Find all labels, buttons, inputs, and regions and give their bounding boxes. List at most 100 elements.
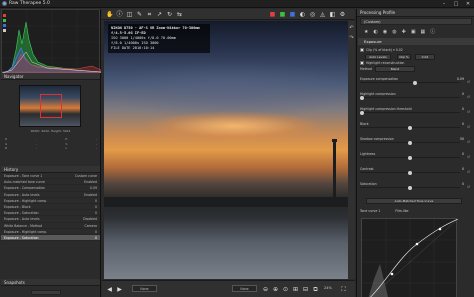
clip-value-field[interactable]: 0.02 bbox=[415, 54, 435, 60]
blue-channel-icon[interactable]: ■ bbox=[289, 11, 296, 18]
exposure-slider[interactable]: Contrast 0 ↺ bbox=[360, 167, 470, 177]
history-item-value: 0 bbox=[94, 198, 97, 203]
undo-icon[interactable]: ↶ bbox=[348, 25, 355, 31]
tab-transform-icon[interactable]: ▣ bbox=[411, 28, 416, 36]
reset-icon[interactable]: ↺ bbox=[467, 80, 471, 84]
tab-favorites-icon[interactable]: ★ bbox=[364, 28, 368, 36]
clip-button[interactable]: Clip % bbox=[397, 54, 411, 60]
tab-detail-icon[interactable]: ◉ bbox=[383, 28, 387, 36]
reset-icon[interactable]: ↺ bbox=[467, 110, 471, 114]
slider-knob[interactable] bbox=[408, 140, 412, 145]
reset-icon[interactable]: ↺ bbox=[467, 185, 471, 189]
auto-matched-curve-button[interactable]: Auto-Matched Tone Curve bbox=[366, 198, 462, 204]
slider-value[interactable]: 0 bbox=[462, 122, 464, 126]
curve-mode-select[interactable]: Film-like bbox=[395, 209, 408, 213]
zoom-fit-icon[interactable]: ⊞ bbox=[292, 286, 299, 293]
slider-value[interactable]: 0 bbox=[462, 92, 464, 96]
settings-icon[interactable]: ⚙ bbox=[339, 11, 346, 18]
slider-value[interactable]: 0 bbox=[462, 152, 464, 156]
slider-knob[interactable] bbox=[408, 170, 412, 175]
slider-knob[interactable] bbox=[360, 110, 364, 115]
green-channel-icon[interactable]: ■ bbox=[279, 11, 286, 18]
histogram-blue-toggle[interactable] bbox=[3, 24, 6, 27]
clip-checkbox[interactable] bbox=[360, 48, 364, 52]
slider-track[interactable] bbox=[360, 97, 460, 99]
profile-select[interactable]: (Custom) bbox=[360, 18, 472, 25]
reset-icon[interactable]: ↺ bbox=[467, 140, 471, 144]
bottom-toolbar: ◀ ▶ None None ⊖ ⊕ ⊙ ⊞ ⊟ ⧉ 24% ⛶ bbox=[102, 280, 355, 297]
reset-icon[interactable]: ↺ bbox=[467, 125, 471, 129]
zoom-in-icon[interactable]: ⊕ bbox=[272, 286, 279, 293]
highlight-recon-checkbox[interactable] bbox=[360, 61, 364, 65]
reset-icon[interactable]: ↺ bbox=[467, 170, 471, 174]
slider-knob[interactable] bbox=[360, 95, 364, 100]
fullscreen-icon[interactable]: ⛶ bbox=[340, 286, 347, 293]
reset-icon[interactable]: ↺ bbox=[467, 155, 471, 159]
rotate-icon[interactable]: ↻ bbox=[166, 11, 173, 18]
zoom-out-icon[interactable]: ⊖ bbox=[262, 286, 269, 293]
slider-knob[interactable] bbox=[408, 185, 412, 190]
navigator-thumbnail[interactable] bbox=[19, 85, 81, 127]
maximize-icon[interactable]: □ bbox=[450, 0, 462, 8]
slider-knob[interactable] bbox=[408, 125, 412, 130]
new-window-icon[interactable]: ⧉ bbox=[312, 286, 319, 293]
history-item-label: Exposure - Saturation bbox=[4, 235, 39, 240]
minimize-icon[interactable]: – bbox=[438, 0, 450, 8]
history-item-value: 0 bbox=[94, 204, 97, 209]
close-icon[interactable]: ✕ bbox=[462, 0, 474, 8]
exposure-slider[interactable]: Shadow compression 50 ↺ bbox=[360, 137, 470, 147]
tone-curve-editor[interactable] bbox=[361, 218, 459, 297]
right-profile-select[interactable]: None bbox=[232, 285, 257, 292]
focus-mask-icon[interactable]: ◎ bbox=[309, 11, 316, 18]
info-icon[interactable]: ⓘ bbox=[116, 11, 123, 18]
preview-icon[interactable]: ◧ bbox=[329, 11, 336, 18]
slider-value[interactable]: 50 bbox=[460, 137, 464, 141]
exposure-section-header[interactable]: Exposure bbox=[358, 38, 474, 45]
left-profile-select[interactable]: None bbox=[132, 285, 157, 292]
tab-advanced-icon[interactable]: ✚ bbox=[402, 28, 406, 36]
histogram-red-toggle[interactable] bbox=[3, 14, 6, 17]
add-snapshot-button[interactable] bbox=[31, 290, 61, 295]
slider-knob[interactable] bbox=[412, 80, 417, 85]
slider-value[interactable]: 0 bbox=[462, 167, 464, 171]
exposure-slider[interactable]: Saturation 0 ↺ bbox=[360, 182, 470, 192]
clip-warning-icon[interactable]: ◬ bbox=[319, 11, 326, 18]
slider-track[interactable] bbox=[360, 82, 460, 84]
flip-icon[interactable]: ⇆ bbox=[176, 11, 183, 18]
tab-metadata-icon[interactable]: ⓘ bbox=[430, 28, 435, 36]
prev-image-icon[interactable]: ◀ bbox=[106, 286, 113, 293]
white-balance-picker-icon[interactable]: ✎ bbox=[136, 11, 143, 18]
before-after-icon[interactable]: ◫ bbox=[126, 11, 133, 18]
tab-color-icon[interactable]: ◍ bbox=[392, 28, 396, 36]
next-image-icon[interactable]: ▶ bbox=[116, 286, 123, 293]
auto-levels-button[interactable]: Auto Levels bbox=[365, 54, 391, 60]
slider-track[interactable] bbox=[360, 112, 460, 114]
histogram-luma-toggle[interactable] bbox=[3, 29, 6, 32]
slider-value[interactable]: 0.09 bbox=[457, 77, 464, 81]
luminosity-icon[interactable]: ◐ bbox=[299, 11, 306, 18]
history-item[interactable]: Exposure - Saturation 0 bbox=[1, 234, 100, 242]
exposure-slider[interactable]: Black 0 ↺ bbox=[360, 122, 470, 132]
slider-value[interactable]: 0 bbox=[462, 107, 464, 111]
image-preview[interactable]: NIKON D750 - AF-S VR Zoom-Nikkor 70-300m… bbox=[104, 21, 355, 279]
zoom-100-icon[interactable]: ⊙ bbox=[282, 286, 289, 293]
red-channel-icon[interactable]: ■ bbox=[269, 11, 276, 18]
method-select[interactable]: Blend bbox=[375, 66, 415, 72]
exposure-slider[interactable]: Highlight compression 0 ↺ bbox=[360, 92, 470, 102]
slider-value[interactable]: 0 bbox=[462, 182, 464, 186]
reset-icon[interactable]: ↺ bbox=[467, 95, 471, 99]
histogram-green-toggle[interactable] bbox=[3, 19, 6, 22]
processing-profile-title: Processing Profile bbox=[357, 9, 474, 17]
zoom-crop-icon[interactable]: ⊟ bbox=[302, 286, 309, 293]
redo-icon[interactable]: ↷ bbox=[348, 35, 355, 41]
crop-icon[interactable]: ⌗ bbox=[146, 11, 153, 18]
exposure-slider[interactable]: Highlight compression threshold 0 ↺ bbox=[360, 107, 470, 117]
tab-raw-icon[interactable]: ▦ bbox=[421, 28, 426, 36]
tab-exposure-icon[interactable]: ◐ bbox=[373, 28, 377, 36]
slider-knob[interactable] bbox=[408, 155, 412, 160]
exposure-slider[interactable]: Lightness 0 ↺ bbox=[360, 152, 470, 162]
hand-tool-icon[interactable]: ✋ bbox=[106, 11, 113, 18]
straighten-icon[interactable]: ↗ bbox=[156, 11, 163, 18]
exposure-slider[interactable]: Exposure compensation 0.09 ↺ bbox=[360, 77, 470, 87]
navigator-viewport-rect[interactable] bbox=[40, 94, 62, 118]
